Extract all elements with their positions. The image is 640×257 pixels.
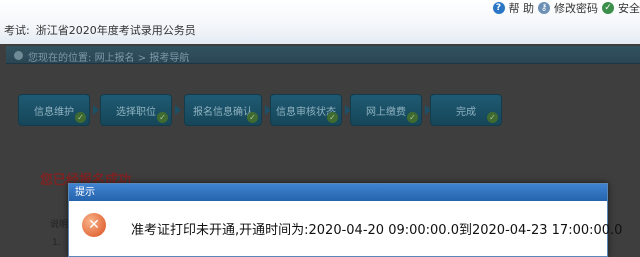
step-label: 信息维护 [34,106,74,118]
step-complete[interactable]: 完成 ✓ [430,94,502,126]
exam-info: 考试: 浙江省2020年度考试录用公务员 [4,22,196,38]
step-label: 完成 [456,106,476,118]
check-icon: ✓ [247,112,258,123]
breadcrumb-bar: 您现在的位置: 网上报名 > 报考导航 [6,46,640,64]
step-label: 网上缴费 [366,106,406,118]
key-icon[interactable]: ⚷ [538,2,550,14]
top-links: ? 帮 助 ⚷ 修改密码 ✓ 安全 [492,0,640,16]
change-password-link[interactable]: 修改密码 [554,0,598,16]
step-review-status[interactable]: 信息审核状态 ✓ [270,94,342,126]
location-icon [14,51,23,60]
arrow-icon [93,105,99,115]
breadcrumb-separator: > [137,53,147,64]
check-icon: ✓ [327,112,338,123]
step-online-payment[interactable]: 网上缴费 ✓ [350,94,422,126]
arrow-icon [175,105,181,115]
exam-name: 浙江省2020年度考试录用公务员 [35,24,196,37]
dialog-body: ✕ 准考证打印未开通,开通时间为:2020-04-20 09:00:00.0到2… [69,201,622,257]
error-icon: ✕ [82,213,106,237]
safe-icon[interactable]: ✓ [602,2,614,14]
dialog-title: 提示 [69,184,607,201]
exam-prefix: 考试: [4,24,30,37]
check-icon: ✓ [407,112,418,123]
alert-dialog: 提示 ✕ 准考证打印未开通,开通时间为:2020-04-20 09:00:00.… [68,183,622,257]
breadcrumb: 您现在的位置: 网上报名 > 报考导航 [28,49,189,64]
step-label: 报名信息确认 [193,106,253,118]
help-icon[interactable]: ? [492,2,505,14]
breadcrumb-label: 您现在的位置: [28,53,92,64]
note-label: 说明 [50,220,69,230]
step-select-position[interactable]: 选择职位 ✓ [100,94,172,126]
safe-link[interactable]: 安全 [618,0,640,16]
top-header: 考试: 浙江省2020年度考试录用公务员 ? 帮 助 ⚷ 修改密码 ✓ 安全 [0,0,640,44]
breadcrumb-item-nav[interactable]: 报考导航 [149,53,189,64]
dialog-message: 准考证打印未开通,开通时间为:2020-04-20 09:00:00.0到202… [131,223,623,238]
breadcrumb-item-signup[interactable]: 网上报名 [95,53,135,64]
check-icon: ✓ [75,112,86,123]
step-label: 选择职位 [116,106,156,118]
check-icon: ✓ [487,112,498,123]
note-item: 1. [52,238,61,248]
step-confirm-info[interactable]: 报名信息确认 ✓ [184,94,262,126]
step-navigation: 信息维护 ✓ 选择职位 ✓ 报名信息确认 ✓ 信息审核状态 ✓ 网上缴费 ✓ 完… [14,94,634,128]
help-link[interactable]: 帮 助 [509,0,535,16]
step-info-maintain[interactable]: 信息维护 ✓ [18,94,90,126]
check-icon: ✓ [157,112,168,123]
